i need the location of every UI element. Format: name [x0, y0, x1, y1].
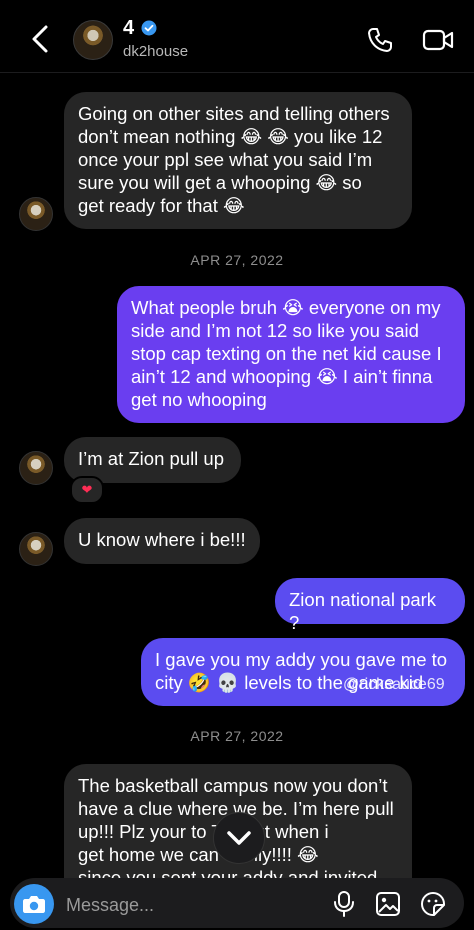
message-bubble-incoming[interactable]: Going on other sites and telling others …: [64, 92, 412, 229]
chat-header: 4 dk2house: [0, 0, 474, 73]
chevron-down-icon: [227, 831, 251, 845]
camera-button[interactable]: [14, 884, 54, 924]
avatar[interactable]: [19, 197, 53, 231]
avatar[interactable]: [19, 532, 53, 566]
chevron-left-icon[interactable]: [28, 24, 54, 54]
scroll-to-bottom-button[interactable]: [213, 812, 265, 864]
message-input[interactable]: [64, 889, 318, 921]
camera-icon: [23, 896, 45, 913]
avatar[interactable]: [73, 20, 113, 60]
message-bubble-outgoing[interactable]: Zion national park ?: [275, 578, 465, 633]
message-bubble-outgoing[interactable]: What people bruh 😭 everyone on my side a…: [117, 286, 465, 423]
message-bubble-incoming[interactable]: U know where i be!!!: [64, 518, 260, 564]
microphone-icon[interactable]: [333, 890, 355, 918]
video-camera-icon[interactable]: [422, 27, 454, 53]
avatar[interactable]: [19, 451, 53, 485]
message-bubble-outgoing[interactable]: I gave you my addy you gave me to city 🤣…: [141, 638, 465, 706]
verified-badge-icon: [141, 20, 157, 36]
reaction-heart[interactable]: ❤: [70, 476, 104, 504]
contact-name[interactable]: 4: [123, 17, 134, 40]
image-icon[interactable]: [375, 891, 401, 917]
phone-icon[interactable]: [366, 26, 394, 54]
date-separator: APR 27, 2022: [190, 728, 284, 744]
date-separator: APR 27, 2022: [190, 252, 284, 268]
contact-username[interactable]: dk2house: [123, 43, 188, 60]
tiktok-watermark: @ricksauce69: [343, 676, 445, 693]
sticker-icon[interactable]: [420, 891, 446, 917]
